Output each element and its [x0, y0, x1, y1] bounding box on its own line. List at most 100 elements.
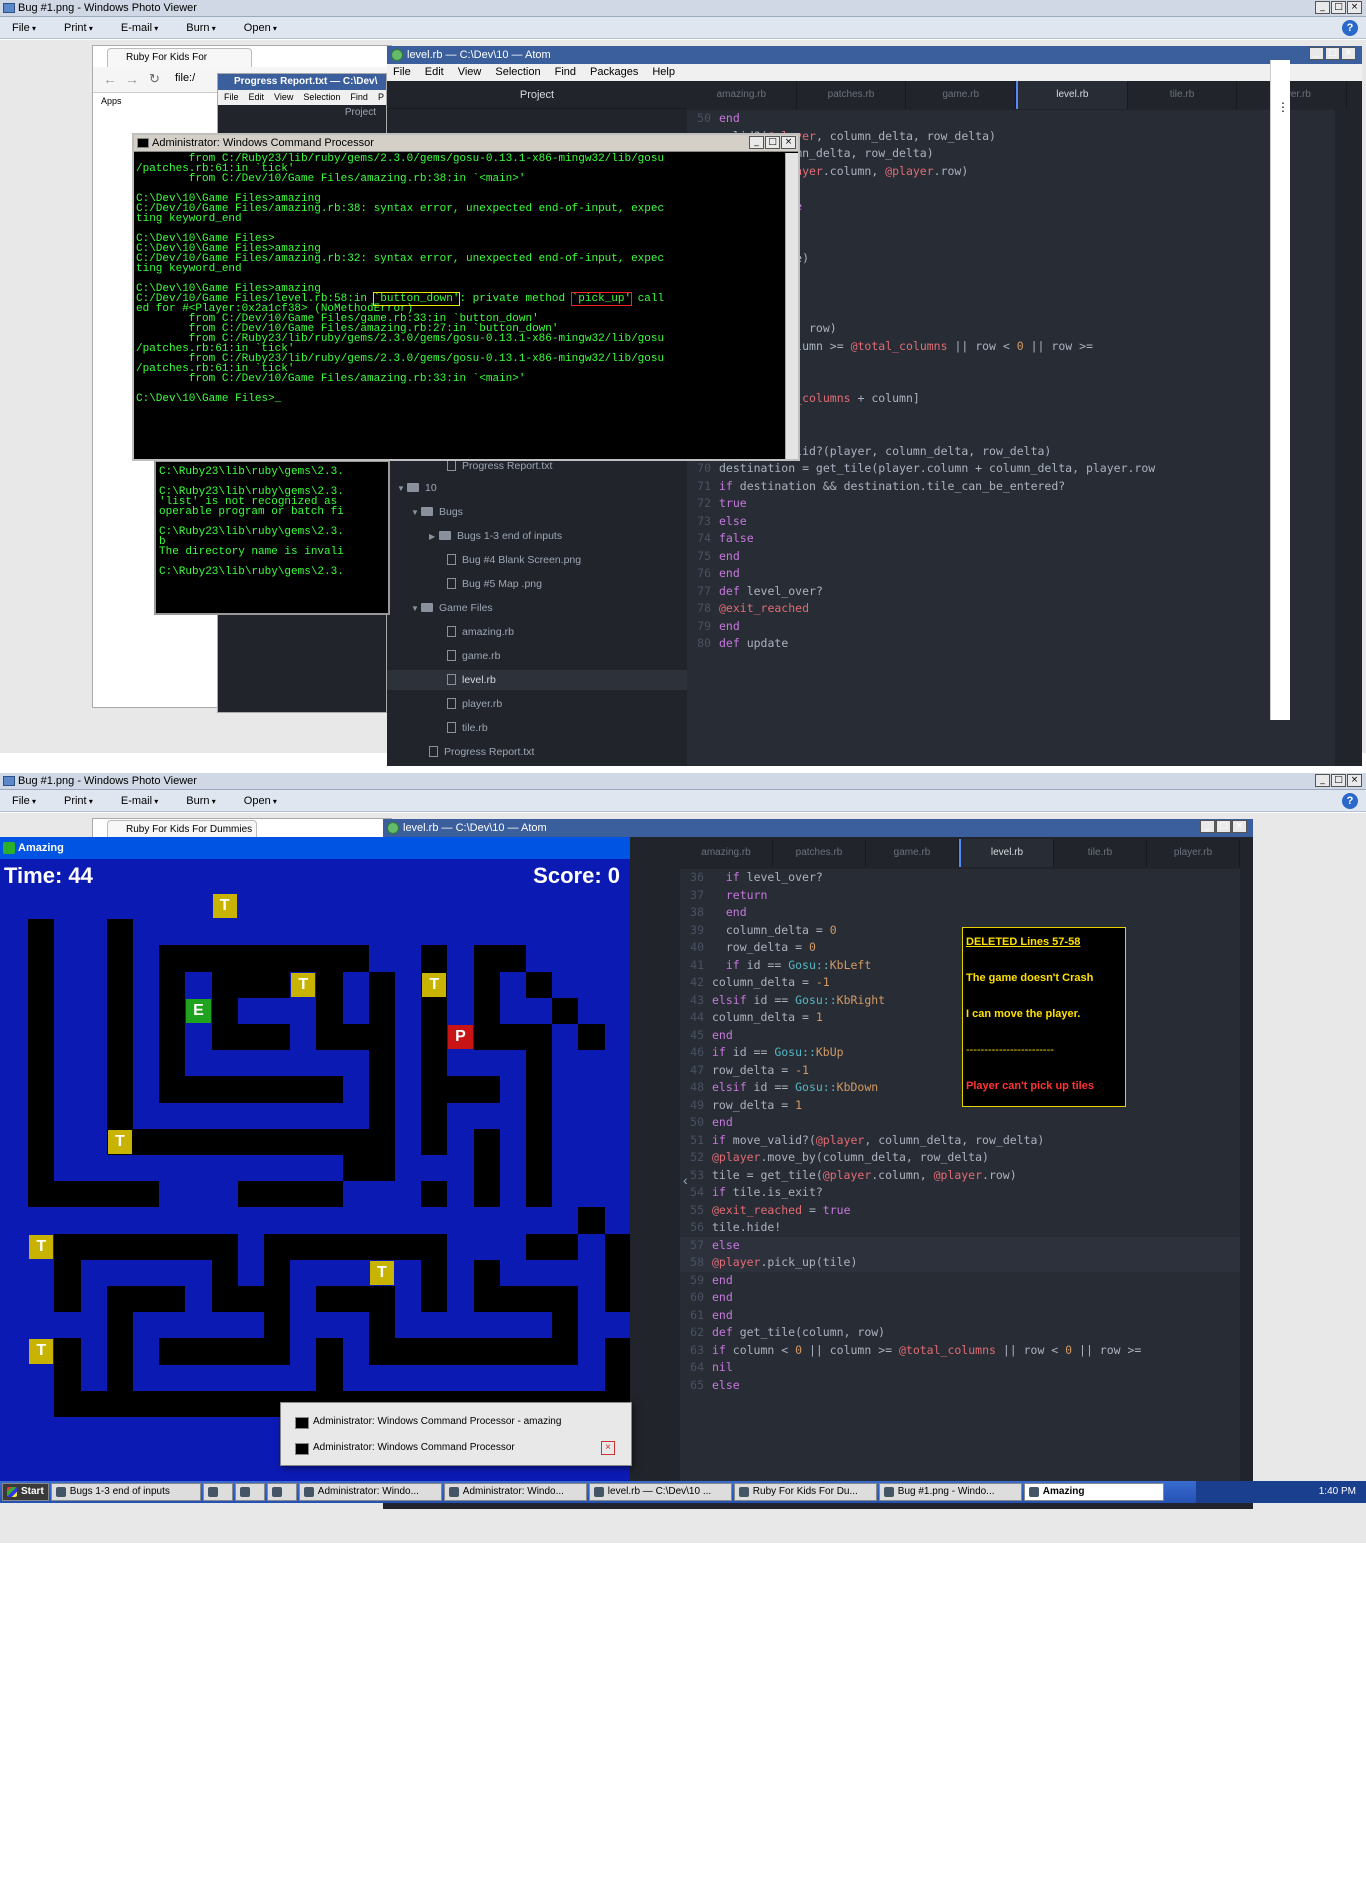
atom-menu-help[interactable]: Help — [652, 64, 675, 81]
taskbar-item[interactable]: Bug #1.png - Windo... — [878, 1483, 1022, 1501]
maze-wall — [28, 1076, 55, 1103]
tab-player-rb[interactable]: player.rb — [1237, 81, 1348, 109]
maze-wall — [28, 919, 55, 946]
taskbar-item[interactable]: Administrator: Windo... — [443, 1483, 587, 1501]
atom-minimize-button[interactable]: _ — [1309, 47, 1324, 60]
tree-folder[interactable]: ▶ Bugs 1-3 end of inputs — [387, 526, 687, 546]
help-icon[interactable]: ? — [1342, 793, 1358, 809]
menu-burn[interactable]: Burn — [186, 22, 216, 34]
taskbar-item[interactable]: Administrator: Windo... — [298, 1483, 442, 1501]
atom-close-button[interactable]: × — [1232, 820, 1247, 833]
close-icon[interactable]: × — [601, 1441, 615, 1455]
start-button[interactable]: Start — [2, 1483, 49, 1501]
tree-folder[interactable]: ▼ Game Files — [387, 598, 687, 618]
tree-folder[interactable]: ▼ 10 — [387, 478, 687, 498]
close-button[interactable]: × — [1347, 774, 1362, 787]
tab-game-rb[interactable]: game.rb — [906, 81, 1017, 109]
pr-menu-edit[interactable]: Edit — [249, 90, 265, 105]
code-text: @player.pick_up(tile) — [712, 1255, 858, 1269]
taskbar-item[interactable]: Bugs 1-3 end of inputs — [50, 1483, 201, 1501]
explorer-taskbar-icon[interactable] — [234, 1483, 265, 1501]
pr-menu-selection[interactable]: Selection — [303, 90, 340, 105]
pr-menu-packages[interactable]: P — [378, 90, 384, 105]
cmd-scrollbar[interactable] — [785, 153, 798, 459]
help-icon[interactable]: ? — [1342, 20, 1358, 36]
taskbar-item[interactable]: level.rb — C:\Dev\10 ... — [588, 1483, 732, 1501]
popup-item[interactable]: Administrator: Windows Command Processor… — [295, 1413, 561, 1431]
address-bar[interactable]: file:/ — [175, 72, 195, 84]
browser-tab[interactable]: Ruby For Kids For Dummies — [107, 48, 252, 81]
menu-file[interactable]: File — [12, 795, 36, 807]
tree-item[interactable]: tile.rb — [387, 718, 687, 738]
atom-maximize-button[interactable]: □ — [1216, 820, 1231, 833]
tab-player-rb[interactable]: player.rb — [1147, 839, 1240, 867]
maze-wall — [54, 1338, 81, 1365]
tab-patches-rb[interactable]: patches.rb — [797, 81, 907, 109]
atom-menu-edit[interactable]: Edit — [425, 64, 444, 81]
tab-game-rb[interactable]: game.rb — [866, 839, 959, 867]
menu-open[interactable]: Open — [244, 22, 277, 34]
maximize-button[interactable]: □ — [1331, 1, 1346, 14]
tree-item[interactable]: amazing.rb — [387, 622, 687, 642]
maze-wall — [133, 1128, 160, 1155]
cmd-minimize-button[interactable]: _ — [749, 136, 764, 149]
code-editor-2[interactable]: 36 if level_over? 37 return 38 end 39 colum… — [680, 869, 1240, 1497]
tree-item[interactable]: Bug #4 Blank Screen.png — [387, 550, 687, 570]
game-canvas[interactable]: Time: 44 Score: 0 T T T E P T T T T — [0, 859, 630, 1493]
tab-level-rb[interactable]: level.rb — [1016, 81, 1128, 109]
tree-item[interactable]: Bug #5 Map .png — [387, 574, 687, 594]
tree-item[interactable]: Progress Report.txt — [387, 742, 687, 762]
tab-level-rb-modified[interactable]: level.rb — [959, 839, 1054, 867]
atom-minimize-button[interactable]: _ — [1200, 820, 1215, 833]
menu-print[interactable]: Print — [64, 22, 93, 34]
menu-email[interactable]: E-mail — [121, 22, 158, 34]
file-icon — [447, 674, 456, 685]
tree-item[interactable]: player.rb — [387, 694, 687, 714]
atom-menu-find[interactable]: Find — [555, 64, 576, 81]
tree-item-selected[interactable]: level.rb — [387, 670, 687, 690]
menu-print[interactable]: Print — [64, 795, 93, 807]
taskbar-item[interactable]: Ruby For Kids For Du... — [733, 1483, 877, 1501]
code-line: 78 @exit_reached — [687, 600, 1335, 618]
tab-tile-rb[interactable]: tile.rb — [1054, 839, 1147, 867]
atom-maximize-button[interactable]: □ — [1325, 47, 1340, 60]
maze-wall — [526, 1181, 553, 1208]
pr-menu-file[interactable]: File — [224, 90, 239, 105]
atom-menu-selection[interactable]: Selection — [495, 64, 540, 81]
atom-menu-packages[interactable]: Packages — [590, 64, 638, 81]
menu-email[interactable]: E-mail — [121, 795, 158, 807]
atom-menu-file[interactable]: File — [393, 64, 411, 81]
minimize-button[interactable]: _ — [1315, 774, 1330, 787]
taskbar-item-active[interactable]: Amazing — [1023, 1483, 1164, 1501]
tab-patches-rb[interactable]: patches.rb — [773, 839, 866, 867]
pr-menu-find[interactable]: Find — [350, 90, 368, 105]
system-tray-clock[interactable]: 1:40 PM — [1196, 1481, 1366, 1503]
more-menu-icon[interactable]: ⋮ — [1277, 100, 1289, 114]
tab-tile-rb[interactable]: tile.rb — [1128, 81, 1238, 109]
popup-item[interactable]: Administrator: Windows Command Processor — [295, 1439, 515, 1457]
minimize-button[interactable]: _ — [1315, 1, 1330, 14]
atom-close-button[interactable]: × — [1341, 47, 1356, 60]
forward-icon[interactable]: → — [125, 71, 139, 87]
tab-amazing-rb[interactable]: amazing.rb — [687, 81, 797, 109]
tab-amazing-rb[interactable]: amazing.rb — [680, 839, 773, 867]
atom-menu-view[interactable]: View — [458, 64, 482, 81]
cmd-close-button[interactable]: × — [781, 136, 796, 149]
menu-file[interactable]: File — [12, 22, 36, 34]
maximize-button[interactable]: □ — [1331, 774, 1346, 787]
bookmark-apps[interactable]: Apps — [101, 96, 122, 106]
menu-burn[interactable]: Burn — [186, 795, 216, 807]
cmd-maximize-button[interactable]: □ — [765, 136, 780, 149]
editor-scrollbar[interactable] — [1335, 110, 1347, 766]
back-icon[interactable]: ← — [103, 71, 117, 87]
chevron-left-icon[interactable]: ‹ — [683, 1172, 688, 1188]
pr-menu-view[interactable]: View — [274, 90, 293, 105]
tree-item[interactable]: game.rb — [387, 646, 687, 666]
chrome-taskbar-icon[interactable] — [202, 1483, 233, 1501]
close-button[interactable]: × — [1347, 1, 1362, 14]
reload-icon[interactable]: ↻ — [149, 71, 160, 87]
tree-folder[interactable]: ▼ Bugs — [387, 502, 687, 522]
cmd2-output: C:\Ruby23\lib\ruby\gems\2.3. C:\Ruby23\l… — [159, 467, 386, 578]
menu-open[interactable]: Open — [244, 795, 277, 807]
atom-taskbar-icon[interactable] — [266, 1483, 297, 1501]
